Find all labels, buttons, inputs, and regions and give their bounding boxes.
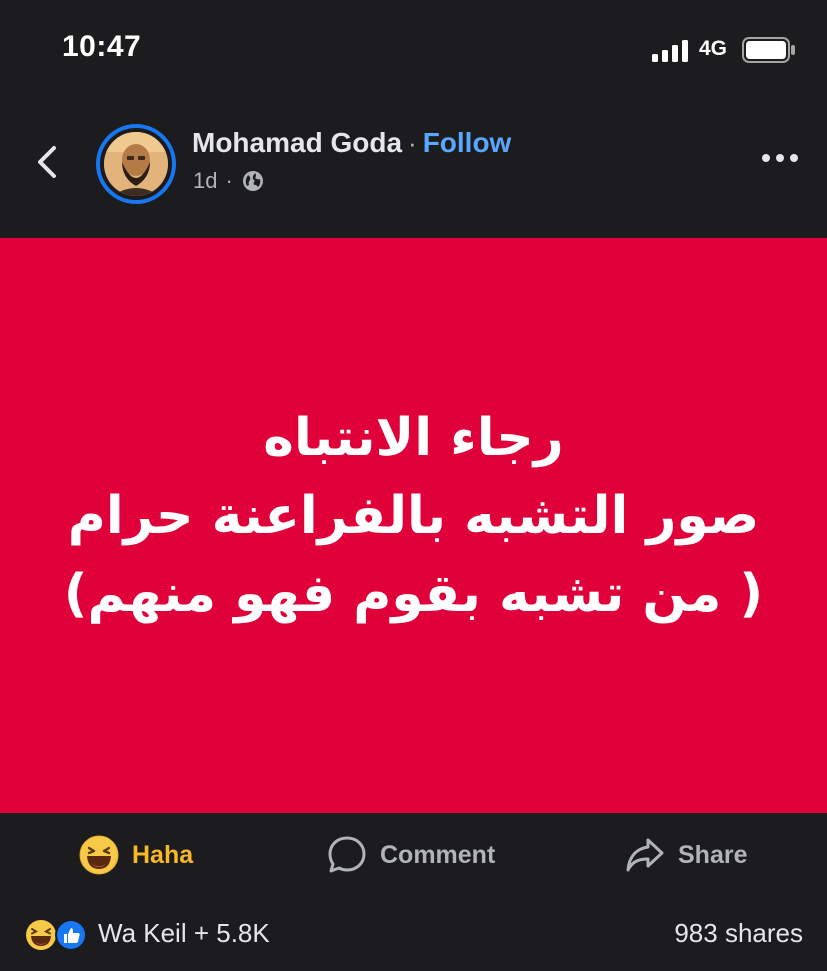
haha-label: Haha <box>132 840 194 869</box>
reaction-icons[interactable] <box>24 918 90 952</box>
post-image-text: رجاء الانتباه صور التشبه بالفراعنة حرام … <box>64 399 763 633</box>
avatar-photo <box>104 132 168 196</box>
like-reaction-icon <box>55 919 87 951</box>
author-line: Mohamad Goda · Follow <box>192 127 511 159</box>
follow-button[interactable]: Follow <box>423 127 512 158</box>
action-bar: Haha Comment Share <box>0 813 827 897</box>
status-bar: 10:47 4G <box>0 0 827 100</box>
reactions-summary: Wa Keil + 5.8K 983 shares <box>0 910 827 960</box>
haha-emoji-icon <box>79 835 119 875</box>
post-text-line-2: صور التشبه بالفراعنة حرام <box>67 485 760 546</box>
meta-separator: · <box>225 168 233 193</box>
back-chevron-icon[interactable] <box>30 140 66 184</box>
more-options-icon[interactable] <box>760 150 800 166</box>
author-avatar[interactable] <box>96 124 176 204</box>
battery-icon <box>742 37 795 63</box>
avatar-portrait-icon <box>104 132 168 196</box>
author-name[interactable]: Mohamad Goda <box>192 127 402 158</box>
post-text-line-1: رجاء الانتباه <box>263 407 564 468</box>
share-arrow-icon <box>626 838 664 872</box>
comment-button[interactable]: Comment <box>326 831 495 879</box>
share-button[interactable]: Share <box>624 831 747 879</box>
share-label: Share <box>678 840 748 869</box>
post-header: Mohamad Goda · Follow 1d · <box>0 110 827 220</box>
name-separator: · <box>408 128 417 158</box>
network-type: 4G <box>699 37 728 60</box>
status-time: 10:47 <box>62 30 142 63</box>
comment-bubble-icon <box>328 836 366 873</box>
post-age: 1d <box>193 168 218 193</box>
haha-reaction-button[interactable]: Haha <box>78 831 193 879</box>
post-meta: 1d · <box>193 168 265 194</box>
globe-icon <box>242 171 263 191</box>
comment-label: Comment <box>380 840 496 869</box>
reactors-summary[interactable]: Wa Keil + 5.8K <box>98 918 270 949</box>
shares-count[interactable]: 983 shares <box>674 918 803 949</box>
signal-icon <box>652 40 688 62</box>
post-image[interactable]: رجاء الانتباه صور التشبه بالفراعنة حرام … <box>0 238 827 813</box>
haha-reaction-icon <box>26 920 56 950</box>
post-text-line-3: ( من تشبه بقوم فهو منهم) <box>63 563 764 624</box>
